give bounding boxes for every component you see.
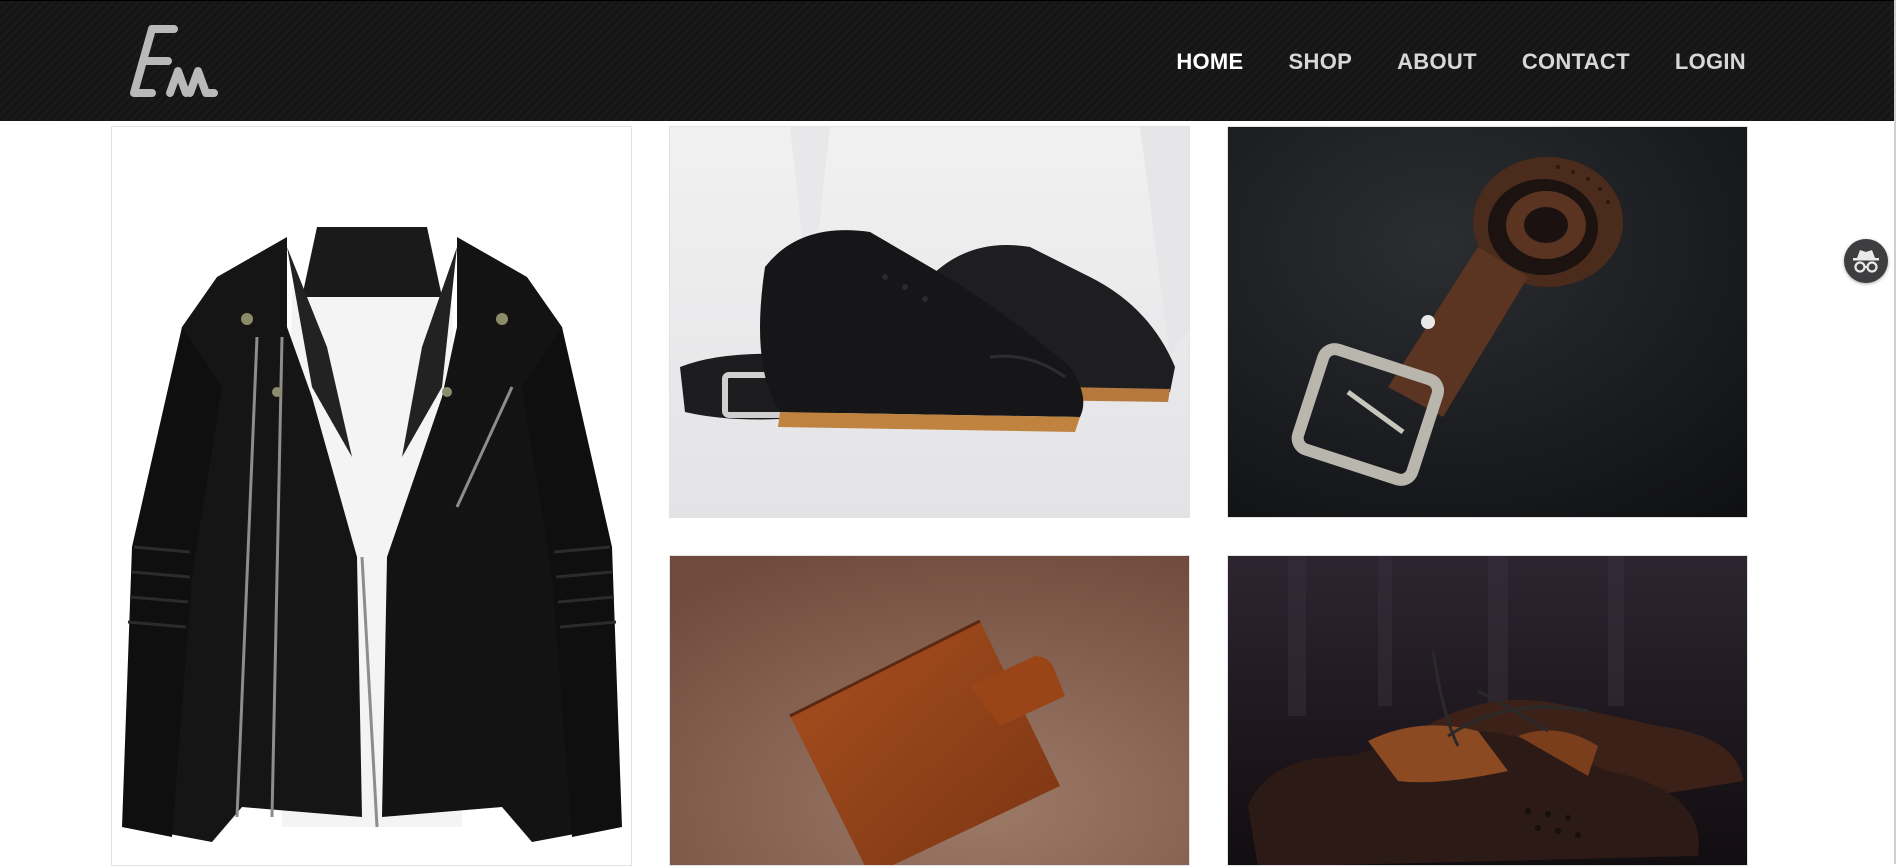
brand-logo[interactable] [124, 23, 224, 103]
gallery-card-jacket[interactable] [111, 126, 632, 866]
nav-login[interactable]: LOGIN [1675, 49, 1746, 75]
nav-home[interactable]: HOME [1176, 49, 1243, 75]
incognito-button[interactable] [1844, 239, 1888, 283]
brown-wallet-image [670, 556, 1189, 865]
gallery-card-belt[interactable] [1227, 126, 1748, 518]
gallery-card-wallet[interactable] [669, 555, 1190, 866]
nav-contact[interactable]: CONTACT [1522, 49, 1630, 75]
black-oxford-shoes-image [670, 127, 1189, 517]
gallery-card-oxford-shoes[interactable] [669, 126, 1190, 518]
brand-logo-icon [130, 25, 218, 97]
gallery-card-brown-shoes[interactable] [1227, 555, 1748, 866]
nav-about[interactable]: ABOUT [1397, 49, 1477, 75]
incognito-icon [1853, 250, 1879, 273]
brown-shoes-image [1228, 556, 1747, 865]
nav-shop[interactable]: SHOP [1289, 49, 1353, 75]
site-header: HOME SHOP ABOUT CONTACT LOGIN [0, 0, 1896, 121]
leather-jacket-image [112, 127, 631, 865]
brown-belt-image [1228, 127, 1747, 517]
main-nav: HOME SHOP ABOUT CONTACT LOGIN [1176, 1, 1746, 122]
